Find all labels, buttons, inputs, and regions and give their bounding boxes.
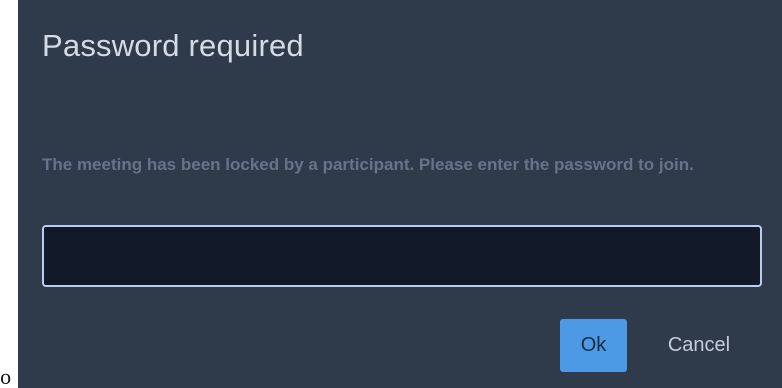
cancel-button[interactable]: Cancel [644,319,754,372]
dialog-title: Password required [42,28,304,63]
dialog-message: The meeting has been locked by a partici… [42,155,694,174]
page: to Password required The meeting has bee… [0,0,782,388]
password-input[interactable] [42,225,762,287]
background-text-fragment: to [0,365,12,388]
ok-button[interactable]: Ok [560,319,627,372]
password-dialog: Password required The meeting has been l… [18,0,782,388]
